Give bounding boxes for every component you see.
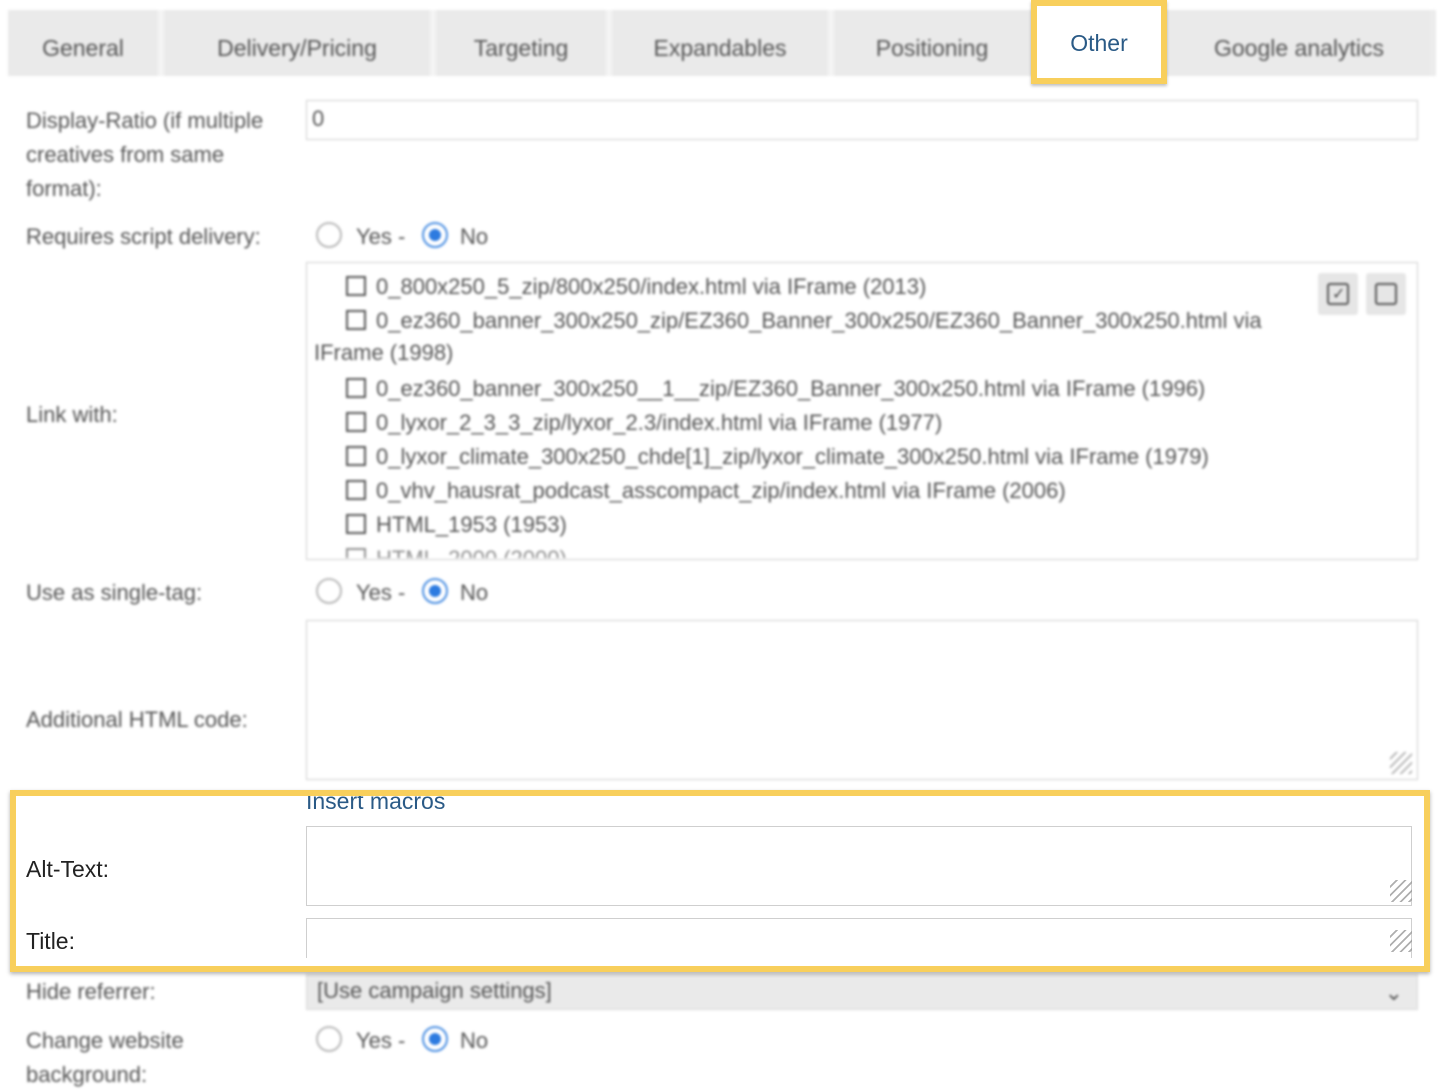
empty-box-icon <box>1375 283 1397 305</box>
script-delivery-no-label: No <box>460 224 489 249</box>
additional-html-label: Additional HTML code: <box>26 707 248 732</box>
change-background-yes-label: Yes - <box>356 1028 406 1053</box>
hide-referrer-select[interactable]: [Use campaign settings] ⌄ <box>306 974 1418 1010</box>
script-delivery-yes-label: Yes - <box>356 224 406 249</box>
single-tag-no-radio[interactable] <box>422 578 448 604</box>
checkbox[interactable] <box>346 276 366 296</box>
list-item[interactable]: 0_vhv_hausrat_podcast_asscompact_zip/ind… <box>346 478 1066 504</box>
list-item-wrap-text: IFrame (1998) <box>314 340 454 365</box>
tab-other[interactable]: Other <box>1031 0 1167 84</box>
highlight-box <box>10 790 1430 972</box>
deselect-all-button[interactable] <box>1366 273 1406 315</box>
tab-positioning[interactable]: Positioning <box>834 10 1030 76</box>
ad-creative-editor: General Delivery/Pricing Targeting Expan… <box>0 0 1444 1087</box>
single-tag-yes-radio[interactable] <box>316 578 342 604</box>
checked-box-icon: ✓ <box>1327 283 1349 305</box>
checkbox[interactable] <box>346 514 366 534</box>
select-all-button[interactable]: ✓ <box>1318 273 1358 315</box>
list-item[interactable]: 0_lyxor_2_3_3_zip/lyxor_2.3/index.html v… <box>346 410 942 436</box>
resize-grip-icon[interactable] <box>1390 752 1412 774</box>
single-tag-no-label: No <box>460 580 489 605</box>
tab-delivery-pricing[interactable]: Delivery/Pricing <box>164 10 430 76</box>
change-background-label: Change website background: <box>26 1028 184 1087</box>
hide-referrer-label: Hide referrer: <box>26 979 156 1004</box>
display-ratio-value: 0 <box>312 106 325 131</box>
checkbox[interactable] <box>346 480 366 500</box>
display-ratio-label: Display-Ratio (if multiple creatives fro… <box>26 108 264 201</box>
tab-targeting[interactable]: Targeting <box>436 10 606 76</box>
script-delivery-label: Requires script delivery: <box>26 224 261 249</box>
list-item[interactable]: 0_800x250_5_zip/800x250/index.html via I… <box>346 274 926 300</box>
list-item[interactable]: 0_ez360_banner_300x250_zip/EZ360_Banner_… <box>346 308 1262 334</box>
change-background-no-label: No <box>460 1028 489 1053</box>
single-tag-yes-label: Yes - <box>356 580 406 605</box>
checkbox[interactable] <box>346 378 366 398</box>
link-with-label: Link with: <box>26 402 118 427</box>
single-tag-label: Use as single-tag: <box>26 580 203 605</box>
list-fade <box>307 548 1417 559</box>
script-delivery-no-radio[interactable] <box>422 222 448 248</box>
checkbox[interactable] <box>346 310 366 330</box>
list-item[interactable]: 0_ez360_banner_300x250__1__zip/EZ360_Ban… <box>346 376 1205 402</box>
tab-expandables[interactable]: Expandables <box>612 10 828 76</box>
display-ratio-input[interactable] <box>306 100 1418 140</box>
change-background-no-radio[interactable] <box>422 1026 448 1052</box>
list-item[interactable]: HTML_1953 (1953) <box>346 512 567 538</box>
script-delivery-yes-radio[interactable] <box>316 222 342 248</box>
chevron-down-icon: ⌄ <box>1384 980 1403 1005</box>
additional-html-textarea[interactable] <box>306 620 1418 780</box>
change-background-yes-radio[interactable] <box>316 1026 342 1052</box>
checkbox[interactable] <box>346 446 366 466</box>
tab-google-analytics[interactable]: Google analytics <box>1168 10 1430 76</box>
checkbox[interactable] <box>346 412 366 432</box>
tab-general[interactable]: General <box>8 10 158 76</box>
list-item[interactable]: 0_lyxor_climate_300x250_chde[1]_zip/lyxo… <box>346 444 1209 470</box>
